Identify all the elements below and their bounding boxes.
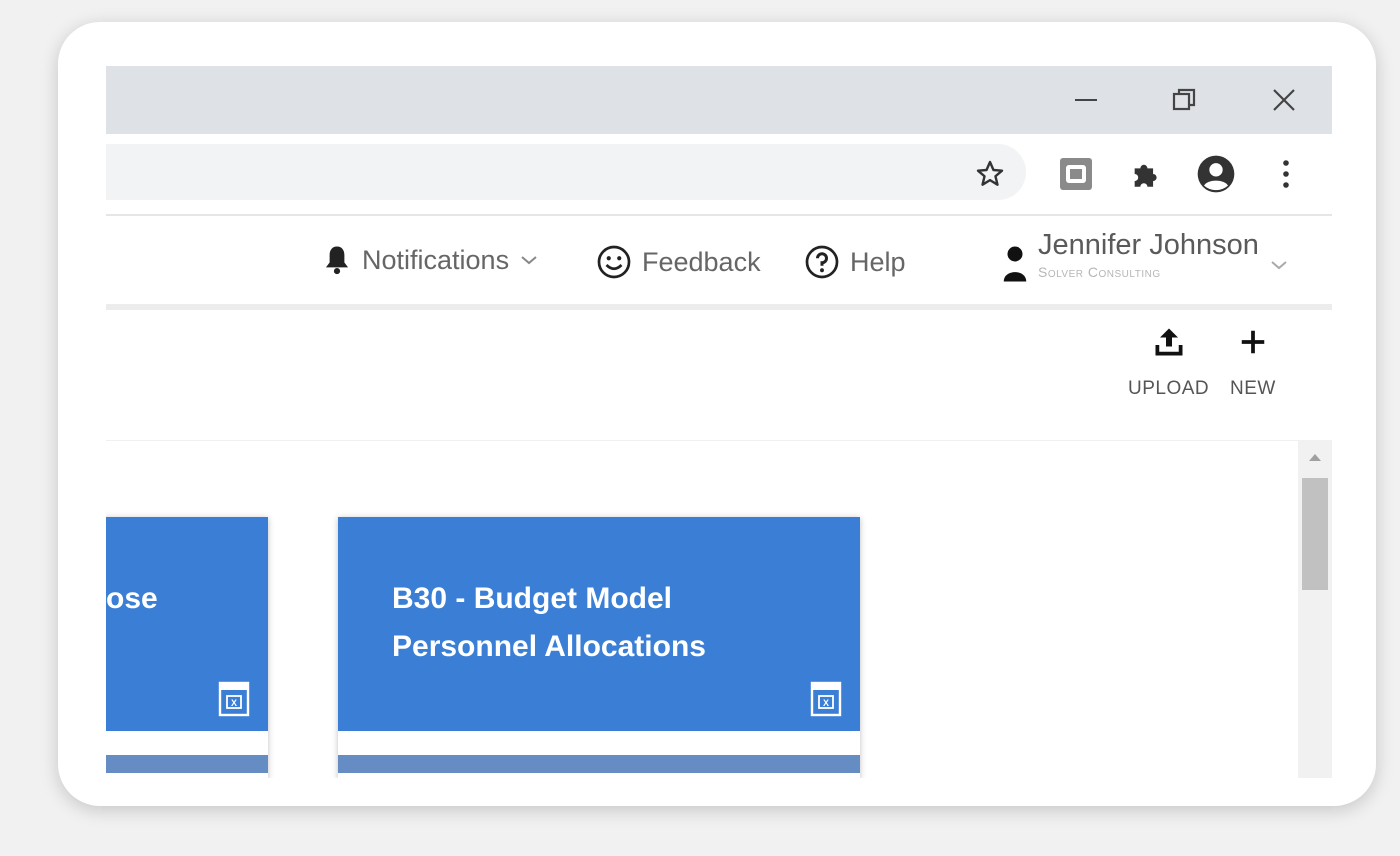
scroll-up-arrow-icon [1309, 454, 1321, 461]
new-button[interactable]: NEW [1230, 324, 1276, 400]
help-button[interactable]: Help [804, 244, 906, 280]
screen-frame: Notifications Feedback Help Jennifer Joh… [58, 22, 1376, 806]
smiley-icon [597, 245, 631, 279]
card-preview-strip [106, 755, 268, 773]
excel-file-icon: X [810, 681, 842, 717]
scroll-thumb[interactable] [1302, 478, 1328, 590]
upload-icon [1155, 328, 1183, 356]
plus-icon [1241, 330, 1265, 354]
card-preview-strip [338, 755, 860, 773]
kebab-menu-icon [1283, 160, 1289, 188]
feedback-button[interactable]: Feedback [596, 244, 761, 280]
excel-file-icon: X [218, 681, 250, 717]
chevron-down-icon [521, 256, 537, 265]
profile-button[interactable] [1194, 152, 1238, 196]
help-label: Help [850, 246, 906, 277]
extension-app-button[interactable] [1054, 152, 1098, 196]
user-menu[interactable]: Jennifer Johnson Solver Consulting [1002, 228, 1289, 284]
report-card[interactable]: ose X [106, 517, 268, 778]
user-name: Jennifer Johnson [1038, 229, 1259, 261]
restore-icon [1172, 88, 1196, 111]
report-card[interactable]: B30 - Budget Model Personnel Allocations… [338, 517, 860, 778]
star-icon [976, 160, 1004, 186]
browser-menu-button[interactable] [1264, 152, 1308, 196]
vertical-scrollbar[interactable] [1298, 440, 1332, 778]
profile-icon [1197, 155, 1235, 193]
app-header: Notifications Feedback Help Jennifer Joh… [106, 216, 1332, 310]
notifications-menu[interactable]: Notifications [322, 244, 539, 276]
minimize-icon [1075, 99, 1097, 101]
browser-toolbar [106, 134, 1332, 216]
feedback-label: Feedback [642, 246, 761, 277]
card-title: B30 - Budget Model Personnel Allocations [392, 575, 812, 671]
card-title-line: Personnel Allocations [392, 630, 706, 663]
upload-label: UPLOAD [1128, 378, 1210, 399]
content-area: ose X B30 - Budget Model Personnel Alloc… [106, 440, 1332, 778]
bookmark-star-button[interactable] [968, 152, 1012, 196]
browser-window: Notifications Feedback Help Jennifer Joh… [106, 66, 1332, 778]
upload-button[interactable]: UPLOAD [1128, 324, 1209, 400]
title-bar [106, 66, 1332, 134]
bell-icon [325, 246, 349, 275]
svg-text:X: X [823, 698, 829, 708]
address-bar[interactable] [106, 144, 1026, 200]
action-bar: UPLOAD NEW [106, 310, 1332, 430]
extension-app-icon [1060, 158, 1092, 190]
close-window-button[interactable] [1260, 76, 1308, 124]
person-icon [1003, 246, 1027, 282]
notifications-label: Notifications [362, 244, 510, 275]
minimize-button[interactable] [1062, 76, 1110, 124]
close-icon [1273, 89, 1295, 111]
chevron-down-icon [1271, 261, 1287, 270]
extensions-button[interactable] [1124, 152, 1168, 196]
new-label: NEW [1230, 378, 1276, 399]
restore-button[interactable] [1160, 76, 1208, 124]
svg-text:X: X [231, 698, 237, 708]
user-organization: Solver Consulting [1038, 264, 1161, 280]
card-title: ose [106, 582, 158, 615]
help-icon [805, 245, 839, 279]
card-title-line: B30 - Budget Model [392, 582, 673, 615]
puzzle-icon [1134, 164, 1157, 187]
